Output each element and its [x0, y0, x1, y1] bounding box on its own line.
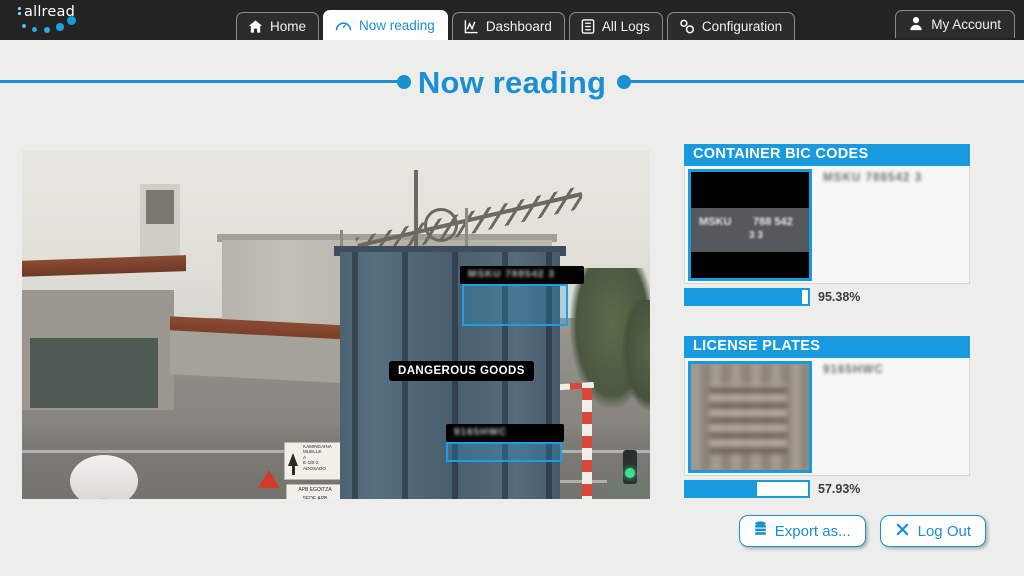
- tab-home-label: Home: [270, 19, 307, 34]
- scene-satellite-dish: [70, 455, 138, 499]
- scene-traffic-light: [623, 450, 637, 484]
- panel-title-container-bic-codes: CONTAINER BIC CODES: [684, 144, 970, 166]
- my-account-label: My Account: [931, 17, 1001, 32]
- dangerous-goods-label: DANGEROUS GOODS: [389, 361, 534, 381]
- reading-value-license-plates: 9165HWC: [823, 364, 884, 376]
- scene-barrier-post: [582, 388, 592, 499]
- redaction-bar-container-code: MSKU 788542 3: [460, 266, 584, 284]
- scene-sign-directions: KAMINGAINA MUELLE A E-1/E-2 ADOSADO: [284, 442, 346, 480]
- log-out-button[interactable]: Log Out: [879, 515, 986, 547]
- logo-dot-icon: [32, 27, 37, 32]
- export-as-button[interactable]: Export as...: [738, 515, 866, 547]
- top-navigation-bar: allread Home Now reading Dashboard All L…: [0, 0, 1024, 40]
- logo-dot-icon: [56, 23, 64, 31]
- scene-container-bar: [352, 252, 358, 499]
- gauge-icon: [335, 18, 352, 33]
- scene-tower-sign: [146, 190, 174, 224]
- logo-dot-icon: [18, 7, 21, 10]
- plate-redacted-text: 9165HWC: [454, 427, 508, 438]
- container-code-redacted-text: MSKU 788542 3: [468, 269, 555, 280]
- logo-dot-icon: [18, 12, 21, 15]
- action-buttons: Export as... Log Out: [738, 515, 986, 547]
- thumb-text-line-3: 3 3: [749, 230, 763, 241]
- close-x-icon: [895, 522, 910, 541]
- scene-warning-sign: [258, 470, 280, 488]
- scene-dish-stem: [100, 498, 107, 499]
- tab-dashboard-label: Dashboard: [485, 19, 552, 34]
- logo-dot-icon: [22, 24, 26, 28]
- chart-icon: [464, 19, 479, 34]
- tab-dashboard[interactable]: Dashboard: [451, 12, 565, 40]
- sign-line-5: ADOSADO: [303, 465, 326, 471]
- thumbnail-container-bic-codes[interactable]: MSKU 788 542 3 3: [688, 169, 812, 281]
- main-tabs: Home Now reading Dashboard All Logs Conf…: [236, 10, 799, 40]
- panel-body-license-plates: 9165 HWC 9165HWC: [684, 358, 970, 476]
- logo-dot-icon: [67, 16, 76, 25]
- reading-value-container-bic-codes: MSKU 788542 3: [823, 172, 923, 184]
- confidence-bar-container-bic-codes: [684, 288, 810, 306]
- tab-now-reading-label: Now reading: [359, 18, 435, 33]
- panel-body-container-bic-codes: MSKU 788 542 3 3 MSKU 788542 3: [684, 166, 970, 284]
- panel-license-plates: LICENSE PLATES 9165 HWC 9165HWC 57.93%: [684, 336, 970, 498]
- scene-crane-wheel: [424, 208, 458, 242]
- tab-home[interactable]: Home: [236, 12, 320, 40]
- page-title-banner: Now reading: [0, 40, 1024, 100]
- confidence-bar-fill: [686, 290, 803, 304]
- sign-apb-line-1: APB EGOITZA: [298, 487, 332, 493]
- brand-logo[interactable]: allread: [10, 3, 90, 37]
- scene-traffic-light-green: [625, 468, 635, 478]
- redaction-bar-license-plate: 9165HWC: [446, 424, 564, 442]
- thumb-text-line-1: MSKU: [699, 216, 732, 228]
- confidence-bar-license-plates: [684, 480, 810, 498]
- gears-icon: [679, 19, 695, 34]
- scene-road-signs: KAMINGAINA MUELLE A E-1/E-2 ADOSADO APB …: [284, 442, 348, 499]
- database-icon: [754, 521, 767, 541]
- log-out-label: Log Out: [917, 522, 971, 540]
- scene-sign-apb: APB EGOITZA SEDE APB: [286, 484, 344, 499]
- tab-all-logs[interactable]: All Logs: [568, 12, 663, 40]
- scene-tree: [622, 300, 650, 410]
- thumb-text-line-2: 788 542: [753, 216, 793, 228]
- export-as-label: Export as...: [774, 522, 851, 540]
- confidence-row-license-plates: 57.93%: [684, 480, 970, 498]
- live-video-feed[interactable]: STOP KAMINGAINA MUELLE A E-1/E-2 ADOSADO…: [22, 150, 650, 499]
- page-title: Now reading: [417, 65, 607, 100]
- tab-now-reading[interactable]: Now reading: [323, 10, 448, 40]
- sign-apb-line-2: SEDE APB: [302, 495, 328, 500]
- tab-all-logs-label: All Logs: [601, 19, 650, 34]
- scene-shed-opening: [30, 338, 158, 408]
- tab-configuration-label: Configuration: [701, 19, 783, 34]
- panel-container-bic-codes: CONTAINER BIC CODES MSKU 788 542 3 3 MSK…: [684, 144, 970, 306]
- logo-dot-icon: [44, 27, 50, 33]
- home-icon: [248, 19, 263, 34]
- confidence-label-license-plates: 57.93%: [818, 482, 861, 496]
- thumbnail-license-plates[interactable]: 9165 HWC: [688, 361, 812, 473]
- person-icon: [909, 16, 923, 34]
- my-account-button[interactable]: My Account: [895, 10, 1015, 38]
- detection-box-container-code: [462, 284, 568, 326]
- list-icon: [581, 19, 595, 34]
- confidence-row-container-bic-codes: 95.38%: [684, 288, 970, 306]
- confidence-label-container-bic-codes: 95.38%: [818, 290, 861, 304]
- app-root: allread Home Now reading Dashboard All L…: [0, 0, 1024, 576]
- tab-configuration[interactable]: Configuration: [666, 12, 796, 40]
- thumb-blurred-plate: [709, 384, 787, 454]
- panel-title-license-plates: LICENSE PLATES: [684, 336, 970, 358]
- up-arrow-tail-icon: [291, 465, 295, 475]
- confidence-bar-fill: [686, 482, 757, 496]
- detection-box-license-plate: [446, 442, 562, 462]
